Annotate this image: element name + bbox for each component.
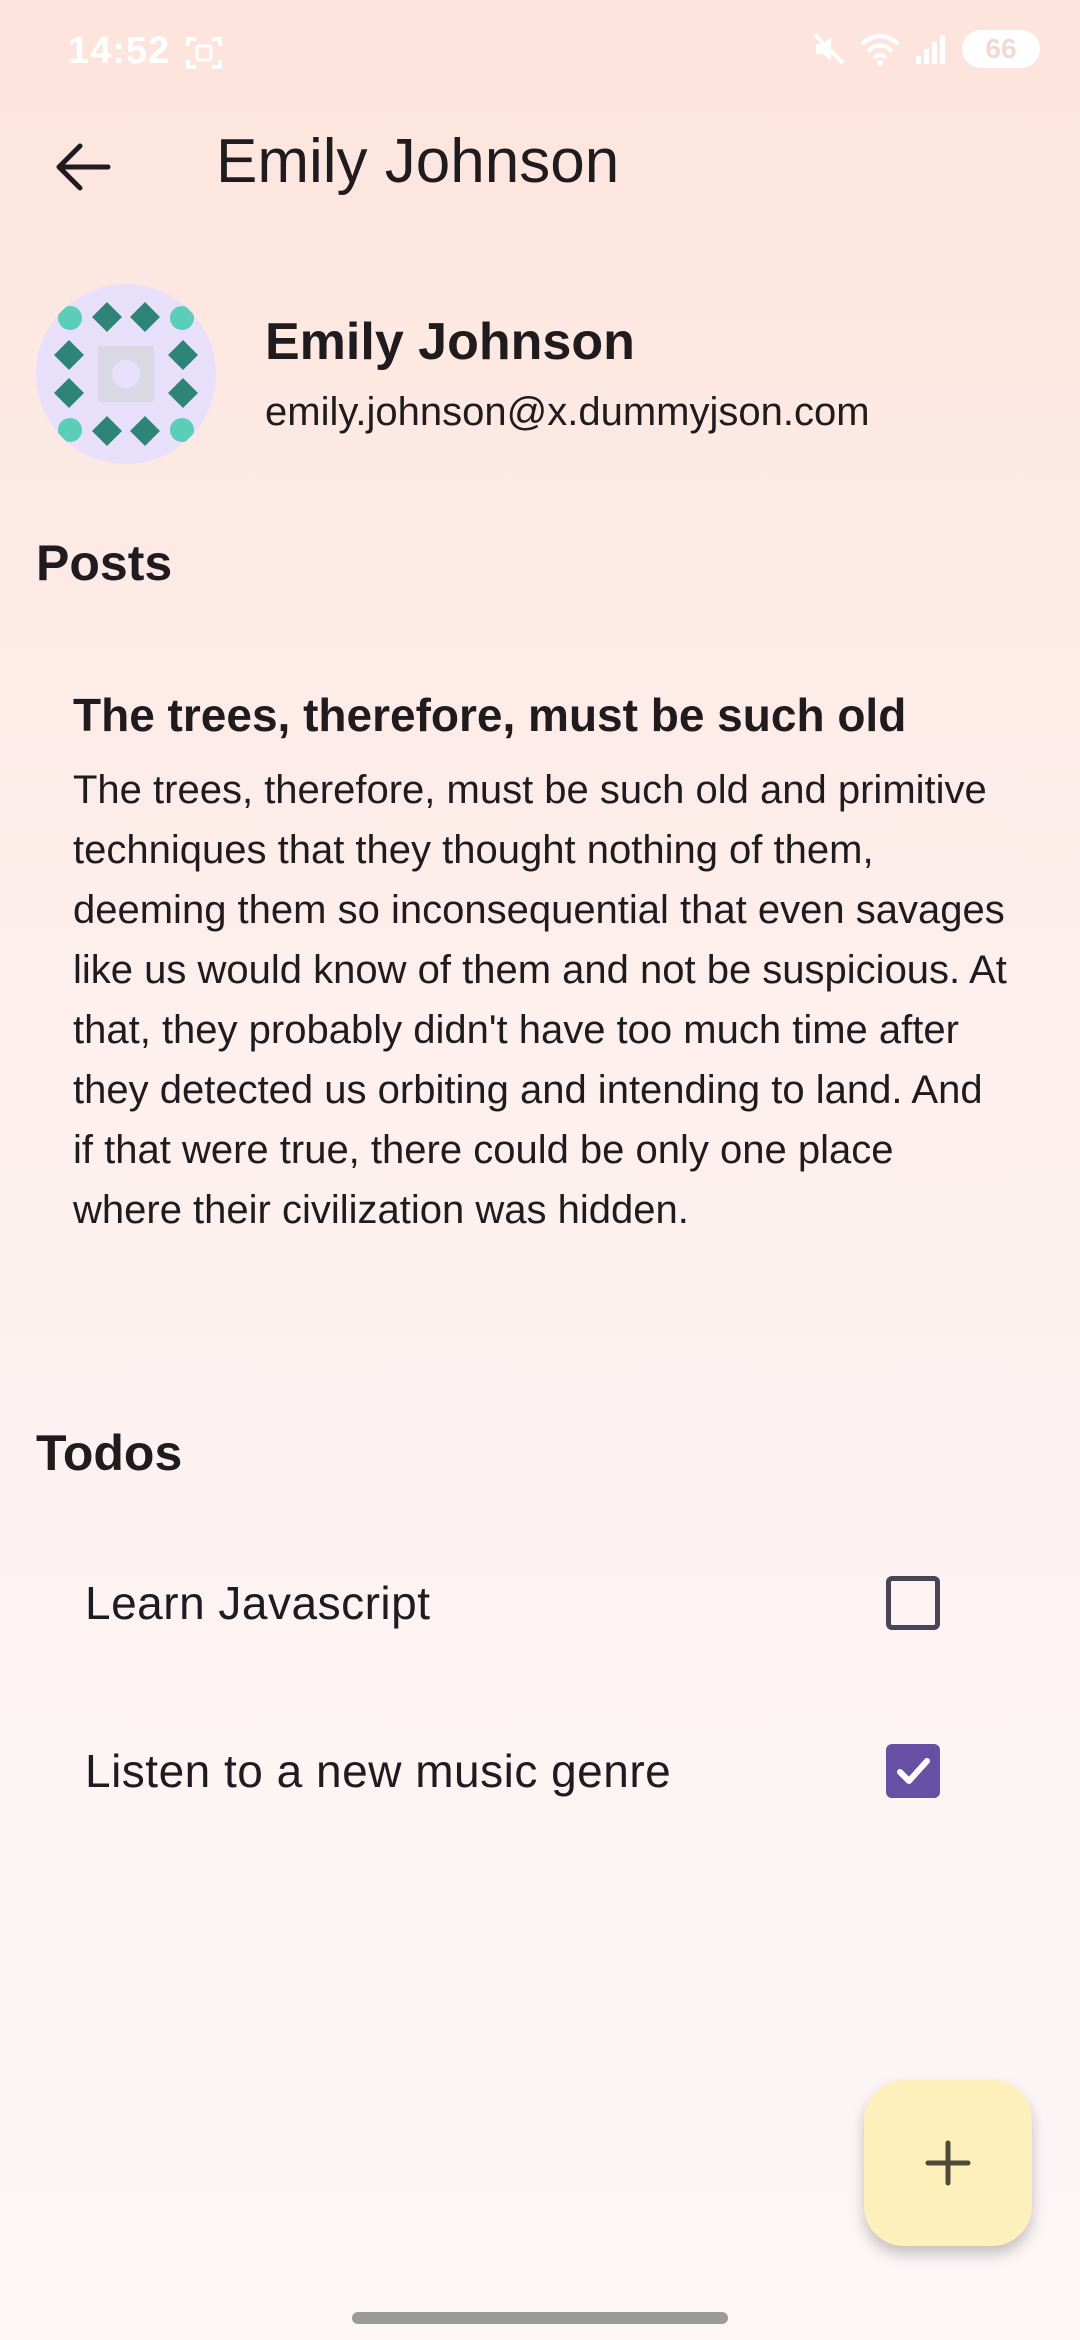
battery-icon: 66 (962, 30, 1040, 68)
screen-record-icon (186, 37, 222, 69)
back-button[interactable] (48, 132, 118, 202)
todo-label: Listen to a new music genre (85, 1745, 672, 1797)
todo-checkbox[interactable] (886, 1744, 940, 1798)
post-title: The trees, therefore, must be such old (73, 689, 907, 741)
profile-email: emily.johnson@x.dummyjson.com (265, 390, 870, 434)
profile-name: Emily Johnson (265, 313, 635, 371)
post-body: The trees, therefore, must be such old a… (73, 768, 1007, 1232)
battery-level: 66 (985, 33, 1017, 64)
arrow-back-icon (56, 143, 111, 191)
wifi-icon (860, 34, 900, 66)
home-indicator[interactable] (352, 2312, 728, 2324)
todo-checkbox[interactable] (886, 1576, 940, 1630)
avatar (36, 284, 216, 464)
add-button[interactable] (864, 2080, 1032, 2246)
todo-item[interactable]: Learn Javascript (0, 1540, 1080, 1660)
page-title: Emily Johnson (216, 127, 620, 196)
app-bar: Emily Johnson (0, 110, 1080, 220)
identicon-avatar (54, 302, 198, 446)
mute-icon (813, 33, 845, 65)
plus-icon (925, 2140, 971, 2186)
status-bar: 14:52 66 (0, 0, 1080, 110)
posts-heading: Posts (36, 535, 173, 591)
todo-item[interactable]: Listen to a new music genre (0, 1708, 1080, 1828)
status-time: 14:52 (68, 30, 171, 72)
todos-heading: Todos (36, 1425, 183, 1481)
todo-label: Learn Javascript (85, 1577, 431, 1629)
check-icon (897, 1758, 930, 1784)
signal-icon (916, 35, 945, 64)
